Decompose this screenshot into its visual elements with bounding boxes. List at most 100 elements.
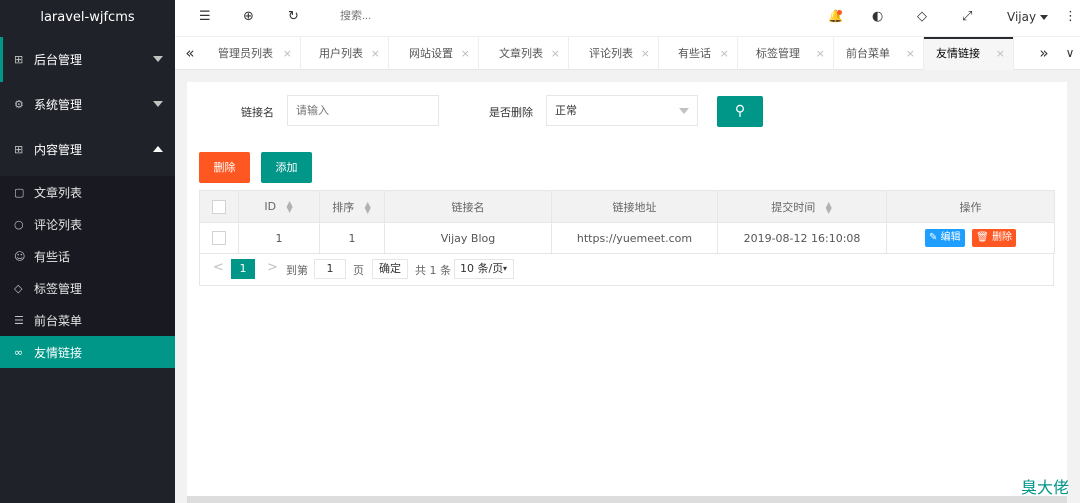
sidebar: laravel-wjfcms ⊞ 后台管理 ⚙ 系统管理 ⊞ 内容管理 ▢ 文章… — [0, 0, 175, 503]
menu-toggle-icon[interactable]: ☰ — [199, 9, 211, 24]
column-header-url: 链接地址 — [551, 190, 718, 223]
next-page-icon[interactable]: > — [267, 260, 278, 275]
row-delete-button[interactable]: 🗑 删除 — [972, 229, 1016, 247]
menu-icon: ☰ — [14, 313, 24, 327]
theme-icon[interactable]: ◐ — [872, 9, 883, 24]
column-label: ID — [264, 200, 277, 213]
chevron-up-icon — [153, 146, 163, 152]
tabs-next-icon[interactable]: » — [1029, 37, 1059, 70]
cell-time: 2019-08-12 16:10:08 — [717, 222, 887, 254]
tab-user-list[interactable]: 用户列表 × — [307, 37, 389, 70]
sidebar-empty-area — [0, 369, 175, 503]
delete-button[interactable]: 删除 — [199, 152, 250, 183]
sidebar-item-label: 友情链接 — [34, 345, 83, 360]
close-icon[interactable]: × — [641, 37, 650, 70]
close-icon[interactable]: × — [283, 37, 292, 70]
user-menu[interactable]: Vijay — [1007, 10, 1049, 24]
tab-label: 友情链接 — [936, 47, 980, 60]
tabs-dropdown-icon[interactable]: ∨ — [1060, 37, 1080, 70]
row-checkbox[interactable] — [212, 231, 226, 245]
sidebar-item-front-menu[interactable]: ☰ 前台菜单 — [0, 304, 175, 336]
tab-article-list[interactable]: 文章列表 × — [487, 37, 569, 70]
sidebar-item-articles[interactable]: ▢ 文章列表 — [0, 176, 175, 208]
sidebar-item-tags[interactable]: ◇ 标签管理 — [0, 272, 175, 304]
more-icon[interactable]: ⋮ — [1064, 9, 1077, 24]
refresh-icon[interactable]: ↻ — [288, 9, 299, 24]
current-page[interactable]: 1 — [231, 259, 255, 279]
cell-name: Vijay Blog — [384, 222, 552, 254]
watermark: 臭大佬 — [1021, 478, 1070, 497]
page-size-select[interactable]: 10 条/页 ▾ — [454, 259, 514, 279]
tab-label: 有些话 — [678, 47, 711, 60]
close-icon[interactable]: × — [461, 37, 470, 70]
row-select-cell — [199, 222, 239, 254]
search-input[interactable] — [340, 10, 440, 22]
close-icon[interactable]: × — [906, 37, 915, 70]
close-icon[interactable]: × — [816, 37, 825, 70]
cell-id: 1 — [238, 222, 320, 254]
sort-icon[interactable]: ▲ ▼ — [286, 200, 294, 214]
sidebar-item-comments[interactable]: ○ 评论列表 — [0, 208, 175, 240]
close-icon[interactable]: × — [371, 37, 380, 70]
name-filter-input[interactable] — [287, 95, 439, 126]
column-header-sort[interactable]: 排序 ▲ ▼ — [319, 190, 385, 223]
goto-page-input[interactable]: 1 — [314, 259, 346, 279]
tab-site-settings[interactable]: 网站设置 × — [397, 37, 479, 70]
name-filter-label: 链接名 — [241, 106, 274, 119]
sidebar-group-admin[interactable]: ⊞ 后台管理 — [0, 37, 175, 82]
app-logo[interactable]: laravel-wjfcms — [0, 0, 175, 36]
goto-confirm-button[interactable]: 确定 — [372, 259, 408, 279]
links-table: ID ▲ ▼ 排序 ▲ ▼ 链接名 链接地址 提交时间 ▲ ▼ 操作 1 1 V… — [199, 190, 1055, 254]
column-header-id[interactable]: ID ▲ ▼ — [238, 190, 320, 223]
sort-icon[interactable]: ▲ ▼ — [825, 200, 833, 214]
caret-down-icon: ▾ — [502, 264, 507, 273]
tab-friend-links[interactable]: 友情链接 × — [924, 37, 1014, 70]
sidebar-item-label: 标签管理 — [34, 281, 83, 296]
prev-page-icon[interactable]: < — [213, 260, 224, 275]
add-button[interactable]: 添加 — [261, 152, 312, 183]
tab-admin-list[interactable]: 管理员列表 × — [206, 37, 301, 70]
search-icon: ⚲ — [734, 103, 746, 119]
document-icon: ▢ — [14, 185, 25, 199]
search-button[interactable]: ⚲ — [717, 96, 763, 127]
cell-url: https://yuemeet.com — [551, 222, 718, 254]
tag-icon: ◇ — [14, 281, 23, 295]
cell-actions: ✎ 编辑 🗑 删除 — [886, 222, 1055, 254]
smile-icon: ☺ — [14, 249, 26, 263]
globe-icon[interactable]: ⊕ — [243, 9, 254, 24]
deleted-filter-label: 是否删除 — [489, 106, 533, 119]
tab-comment-list[interactable]: 评论列表 × — [577, 37, 659, 70]
fullscreen-icon[interactable]: ⤢ — [962, 9, 972, 24]
tab-tag-manage[interactable]: 标签管理 × — [744, 37, 834, 70]
tab-label: 文章列表 — [499, 47, 543, 60]
close-icon[interactable]: × — [551, 37, 560, 70]
sidebar-submenu: ▢ 文章列表 ○ 评论列表 ☺ 有些话 ◇ 标签管理 ☰ 前台菜单 ∞ 友情链接 — [0, 176, 175, 368]
sidebar-item-label: 前台菜单 — [34, 313, 83, 328]
tab-label: 前台菜单 — [846, 47, 890, 60]
goto-label: 到第 — [286, 264, 308, 277]
tab-label: 标签管理 — [756, 47, 800, 60]
tab-sayings[interactable]: 有些话 × — [666, 37, 738, 70]
column-label: 提交时间 — [771, 200, 816, 214]
tab-front-menu[interactable]: 前台菜单 × — [834, 37, 924, 70]
column-header-time[interactable]: 提交时间 ▲ ▼ — [717, 190, 887, 223]
close-icon[interactable]: × — [720, 37, 729, 70]
tabs-prev-icon[interactable]: « — [175, 37, 205, 70]
tag-icon[interactable]: ◇ — [917, 9, 927, 24]
main-panel: 链接名 是否删除 正常 ⚲ 删除 添加 ID ▲▼ 排序 ▲▼ 链接名 — [187, 82, 1067, 496]
sidebar-group-label: 后台管理 — [34, 53, 83, 67]
edit-button[interactable]: ✎ 编辑 — [925, 229, 965, 247]
sidebar-group-content[interactable]: ⊞ 内容管理 — [0, 127, 175, 172]
close-icon[interactable]: × — [996, 37, 1005, 70]
select-all-checkbox[interactable] — [212, 199, 226, 214]
total-count: 共 1 条 — [415, 264, 451, 277]
chevron-down-icon — [153, 56, 163, 62]
horizontal-scrollbar[interactable] — [187, 496, 1067, 503]
sidebar-group-system[interactable]: ⚙ 系统管理 — [0, 82, 175, 127]
sidebar-item-label: 文章列表 — [34, 185, 83, 200]
sort-icon[interactable]: ▲ ▼ — [364, 200, 372, 214]
sidebar-item-friend-links[interactable]: ∞ 友情链接 — [0, 336, 175, 368]
column-label: 排序 — [332, 200, 355, 214]
sidebar-item-sayings[interactable]: ☺ 有些话 — [0, 240, 175, 272]
deleted-filter-select[interactable]: 正常 — [546, 95, 698, 126]
